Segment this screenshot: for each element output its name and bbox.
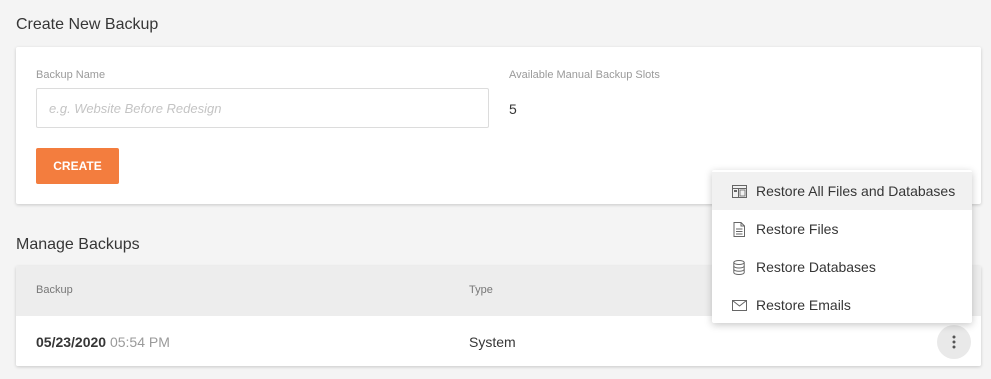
backup-date: 05/23/2020: [36, 334, 107, 350]
menu-item-restore-databases[interactable]: Restore Databases: [712, 248, 972, 286]
create-button[interactable]: CREATE: [36, 148, 119, 184]
envelope-icon: [731, 297, 747, 313]
restore-dropdown-menu: Restore All Files and Databases Restore …: [712, 170, 972, 323]
menu-item-label: Restore Emails: [756, 297, 851, 313]
column-header-type: Type: [469, 284, 493, 296]
backup-type: System: [469, 334, 516, 350]
file-icon: [731, 221, 747, 237]
menu-item-restore-files[interactable]: Restore Files: [712, 210, 972, 248]
available-slots-value: 5: [509, 101, 517, 117]
column-header-backup: Backup: [36, 284, 73, 296]
menu-item-restore-emails[interactable]: Restore Emails: [712, 286, 972, 324]
backup-name-input[interactable]: [36, 88, 489, 128]
create-backup-title: Create New Backup: [16, 16, 159, 33]
more-vertical-icon: [952, 335, 956, 349]
menu-item-label: Restore All Files and Databases: [756, 183, 956, 199]
backup-datetime: 05/23/2020 05:54 PM: [36, 334, 170, 350]
menu-item-label: Restore Files: [756, 221, 839, 237]
menu-item-restore-all[interactable]: Restore All Files and Databases: [712, 172, 972, 210]
manage-backups-title: Manage Backups: [16, 236, 140, 253]
backup-time: 05:54 PM: [109, 334, 170, 350]
database-icon: [731, 259, 747, 275]
available-slots-label: Available Manual Backup Slots: [509, 69, 660, 81]
backup-name-label: Backup Name: [36, 69, 106, 81]
menu-item-label: Restore Databases: [756, 259, 876, 275]
row-actions-button[interactable]: [937, 325, 971, 359]
layout-icon: [731, 183, 747, 199]
